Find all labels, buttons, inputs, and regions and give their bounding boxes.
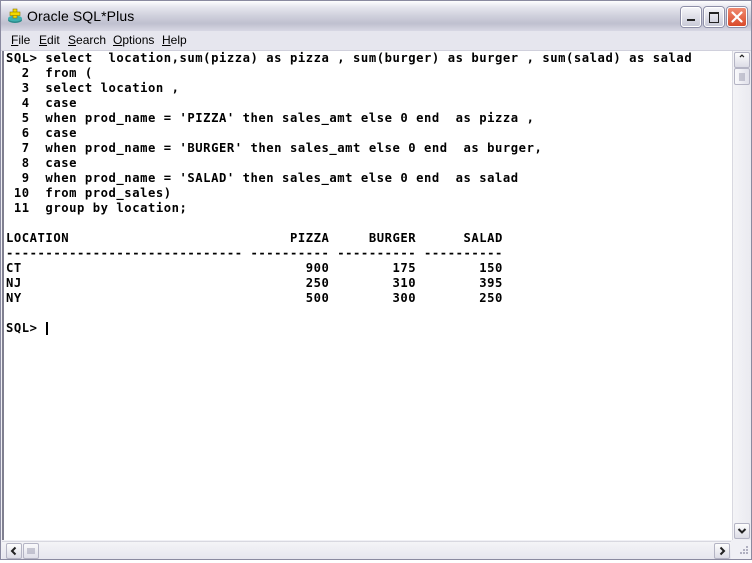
- horizontal-scrollbar[interactable]: [2, 541, 731, 559]
- minimize-button[interactable]: [681, 7, 701, 27]
- close-icon: [731, 11, 743, 23]
- chevron-up-icon: ⌃: [737, 54, 747, 65]
- title-bar[interactable]: Oracle SQL*Plus: [1, 1, 751, 31]
- result-separator: ------------------------------ ---------…: [6, 246, 503, 260]
- query-line: 10 from prod_sales): [6, 186, 172, 200]
- grip-lines-icon: [739, 73, 745, 81]
- query-line: 6 case: [6, 126, 77, 140]
- menu-options-rest: ptions: [122, 33, 155, 47]
- query-line: 5 when prod_name = 'PIZZA' then sales_am…: [6, 111, 535, 125]
- query-line: 11 group by location;: [6, 201, 188, 215]
- query-line: 9 when prod_name = 'SALAD' then sales_am…: [6, 171, 519, 185]
- result-row: CT 900 175 150: [6, 261, 503, 275]
- query-line: 2 from (: [6, 66, 93, 80]
- chevron-right-icon: [719, 546, 726, 556]
- query-line: 7 when prod_name = 'BURGER' then sales_a…: [6, 141, 543, 155]
- scroll-right-button[interactable]: [714, 543, 730, 559]
- menu-file[interactable]: File: [11, 33, 30, 47]
- query-line: 8 case: [6, 156, 77, 170]
- scroll-left-button[interactable]: [6, 543, 22, 559]
- result-row: NY 500 300 250: [6, 291, 503, 305]
- menu-help[interactable]: Help: [162, 33, 187, 47]
- menu-edit-accel: E: [39, 33, 48, 47]
- sqlplus-window: Oracle SQL*Plus File Edit Search Options…: [0, 0, 752, 560]
- maximize-icon: [709, 12, 719, 23]
- vertical-scrollbar[interactable]: ⌃: [732, 51, 751, 540]
- menu-search[interactable]: Search: [68, 33, 106, 47]
- menu-search-rest: earch: [76, 33, 107, 47]
- window-title: Oracle SQL*Plus: [27, 8, 135, 24]
- menu-search-accel: S: [68, 33, 77, 47]
- scroll-up-button[interactable]: ⌃: [734, 52, 750, 68]
- minimize-icon: [687, 19, 695, 21]
- result-row: NJ 250 310 395: [6, 276, 503, 290]
- close-button[interactable]: [727, 7, 747, 27]
- chevron-down-icon: [737, 528, 747, 534]
- sql-prompt: SQL>: [6, 321, 46, 335]
- vertical-scroll-thumb[interactable]: [734, 68, 750, 85]
- scroll-down-button[interactable]: [734, 523, 750, 539]
- result-header: LOCATION PIZZA BURGER SALAD: [6, 231, 503, 245]
- menu-help-accel: H: [162, 33, 171, 47]
- query-line: 3 select location ,: [6, 81, 180, 95]
- query-line: SQL> select location,sum(pizza) as pizza…: [6, 51, 693, 65]
- menu-edit-rest: dit: [47, 33, 60, 47]
- resize-grip-icon[interactable]: [734, 542, 750, 558]
- menu-bar: File Edit Search Options Help: [1, 31, 751, 51]
- menu-options-accel: O: [113, 33, 123, 47]
- text-cursor: [46, 322, 48, 335]
- oracle-sqlplus-icon: [8, 8, 22, 23]
- grip-lines-icon: [27, 548, 35, 554]
- query-line: 4 case: [6, 96, 77, 110]
- horizontal-scroll-thumb[interactable]: [23, 543, 39, 559]
- menu-options[interactable]: Options: [113, 33, 154, 47]
- maximize-button[interactable]: [704, 7, 724, 27]
- console-output[interactable]: SQL> select location,sum(pizza) as pizza…: [2, 51, 733, 540]
- menu-edit[interactable]: Edit: [39, 33, 60, 47]
- chevron-left-icon: [10, 546, 17, 556]
- menu-file-rest: ile: [18, 33, 31, 47]
- menu-help-rest: elp: [170, 33, 187, 47]
